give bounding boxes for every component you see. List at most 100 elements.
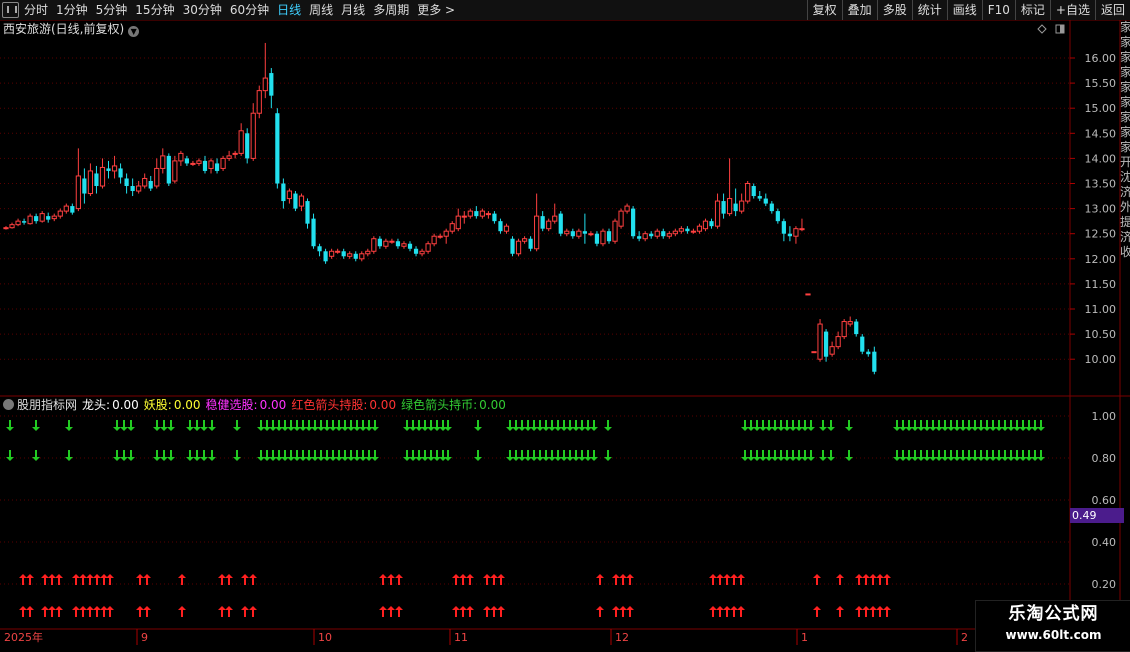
clipped-text: 外 [1120, 200, 1130, 214]
price-tick-label: 11.50 [1085, 278, 1117, 291]
candle [714, 200, 721, 227]
green-down-arrow [893, 420, 901, 431]
panel-toggle-icon[interactable] [1055, 24, 1065, 34]
candle [805, 293, 811, 296]
candle [245, 133, 250, 159]
red-up-arrow [855, 574, 863, 585]
candle [612, 220, 618, 242]
main-chart-title[interactable]: 西安旅游(日线,前复权) ▼ [3, 21, 140, 37]
red-up-arrow [143, 606, 151, 617]
candle [34, 216, 39, 222]
green-down-arrow [530, 450, 538, 461]
candle [335, 250, 341, 253]
green-down-arrow [947, 450, 955, 461]
green-down-arrow [899, 450, 907, 461]
candle [461, 215, 467, 218]
green-down-arrow [572, 450, 580, 461]
red-up-arrow [869, 606, 877, 617]
green-down-arrow [524, 450, 532, 461]
green-down-arrow [584, 420, 592, 431]
indicator-tick-label: 0.40 [1092, 536, 1117, 549]
green-down-arrow [771, 450, 779, 461]
chevron-down-icon[interactable] [3, 399, 14, 410]
green-down-arrow [329, 420, 337, 431]
kline-chart[interactable]: 16.00 15.50 15.00 14.50 14.00 13.50 13.00 12.50… [0, 0, 1130, 650]
red-up-arrow [626, 574, 634, 585]
price-tick-label: 14.00 [1085, 152, 1117, 165]
red-up-arrow [249, 606, 257, 617]
candle [709, 221, 714, 227]
green-down-arrow [819, 450, 827, 461]
candle [637, 236, 642, 239]
green-down-arrow [474, 420, 482, 431]
stock-title: 西安旅游(日线,前复权) [3, 22, 125, 36]
green-down-arrow [604, 450, 612, 461]
green-down-arrow [160, 420, 168, 431]
green-down-arrow [1019, 420, 1027, 431]
green-down-arrow [281, 420, 289, 431]
red-up-arrow [136, 574, 144, 585]
green-down-arrow [347, 420, 355, 431]
red-up-arrow [241, 606, 249, 617]
indicator-title[interactable]: 股朋指标网 龙头: 0.00 妖股: 0.00 稳健选股: 0.00 红色箭头持股: 0.00 绿… [3, 397, 506, 413]
indicator-value: 0.00 [112, 398, 139, 412]
green-down-arrow [120, 450, 128, 461]
green-down-arrow [554, 420, 562, 431]
candle [281, 183, 286, 202]
green-down-arrow [989, 420, 997, 431]
green-down-arrow [293, 450, 301, 461]
right-clipped-panel: 家家家家家家家家家开沈济外提济收 [1120, 20, 1130, 400]
red-up-arrow [723, 606, 731, 617]
green-down-arrow [335, 450, 343, 461]
candle [70, 206, 75, 213]
green-down-arrow [530, 420, 538, 431]
red-up-arrow [876, 606, 884, 617]
green-down-arrow [1025, 420, 1033, 431]
candle [618, 210, 624, 227]
red-up-arrow [86, 574, 94, 585]
clipped-text: 家 [1120, 125, 1130, 139]
green-down-arrow [554, 450, 562, 461]
candle [75, 175, 81, 210]
green-down-arrow [590, 420, 598, 431]
candle [685, 228, 690, 232]
red-up-arrow [836, 574, 844, 585]
green-down-arrow [959, 450, 967, 461]
green-down-arrow [359, 420, 367, 431]
green-down-arrow [929, 450, 937, 461]
green-down-arrow [959, 420, 967, 431]
candle [371, 238, 377, 252]
green-down-arrow [560, 420, 568, 431]
green-down-arrow [953, 450, 961, 461]
candle [661, 231, 666, 237]
green-down-arrow [801, 450, 809, 461]
green-down-arrow [1025, 450, 1033, 461]
candle [262, 77, 268, 92]
green-down-arrow [305, 420, 313, 431]
candle [781, 221, 786, 234]
green-down-arrow [827, 420, 835, 431]
green-down-arrow [753, 450, 761, 461]
chevron-down-icon[interactable]: ▼ [128, 26, 140, 37]
candle [872, 351, 877, 372]
red-up-arrow [862, 574, 870, 585]
candle [467, 210, 473, 217]
green-down-arrow [923, 450, 931, 461]
candle [196, 160, 202, 164]
clipped-text: 家 [1120, 35, 1130, 49]
candle [275, 113, 280, 184]
candle [769, 203, 774, 212]
candle [232, 152, 238, 155]
green-down-arrow [923, 420, 931, 431]
candle [190, 162, 196, 165]
green-down-arrow [1007, 450, 1015, 461]
green-down-arrow [747, 450, 755, 461]
green-down-arrow [935, 450, 943, 461]
candle [51, 215, 57, 220]
diamond-icon[interactable] [1037, 24, 1047, 34]
green-down-arrow [305, 450, 313, 461]
red-up-arrow [716, 574, 724, 585]
candle [437, 235, 443, 238]
green-down-arrow [32, 420, 40, 431]
green-down-arrow [789, 420, 797, 431]
